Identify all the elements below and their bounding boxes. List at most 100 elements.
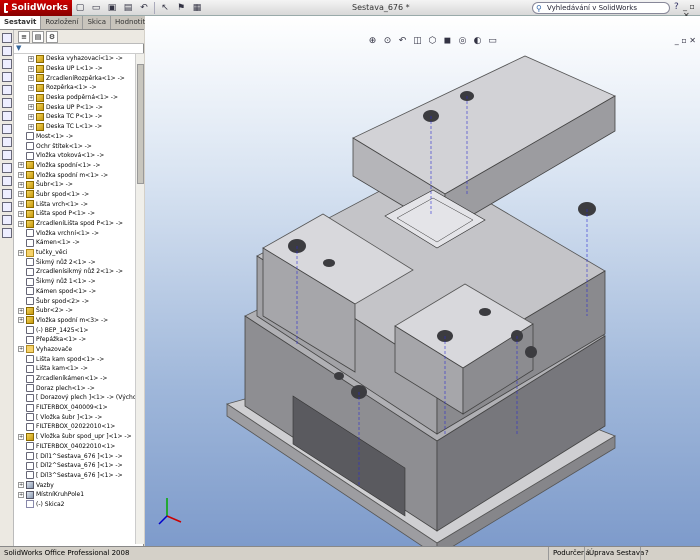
expand-toggle-icon[interactable]: + bbox=[28, 65, 34, 72]
scrollbar-thumb[interactable] bbox=[137, 64, 144, 184]
tree-item[interactable]: Kámen spod<1> -> bbox=[14, 287, 135, 297]
tool-icon[interactable] bbox=[2, 85, 12, 95]
tree-item[interactable]: + Šubr<1> -> bbox=[14, 180, 135, 190]
tree-item[interactable]: Přepážka<1> -> bbox=[14, 335, 135, 345]
tree-item[interactable]: + Vložka spodní<1> -> bbox=[14, 161, 135, 171]
configuration-manager-icon[interactable]: ⚙ bbox=[46, 30, 58, 43]
tree-item[interactable]: + Deska podpěrná<1> -> bbox=[14, 93, 135, 103]
open-file-icon[interactable]: ▭ bbox=[89, 2, 103, 14]
tree-item[interactable]: + Deska TC P<1> -> bbox=[14, 112, 135, 122]
tree-filter[interactable]: ▼ bbox=[14, 44, 144, 54]
tree-item[interactable]: Kámen<1> -> bbox=[14, 238, 135, 248]
expand-toggle-icon[interactable]: + bbox=[18, 491, 24, 498]
expand-toggle-icon[interactable]: + bbox=[18, 346, 24, 353]
expand-toggle-icon[interactable]: + bbox=[18, 172, 24, 179]
tool-icon[interactable] bbox=[2, 33, 12, 43]
tree-item[interactable]: Vložka vrchní<1> -> bbox=[14, 228, 135, 238]
expand-toggle-icon[interactable]: + bbox=[18, 307, 24, 314]
tree-item[interactable]: + Šubr<2> -> bbox=[14, 306, 135, 316]
expand-toggle-icon[interactable]: + bbox=[18, 433, 24, 440]
tree-item[interactable]: + Šubr spod<1> -> bbox=[14, 190, 135, 200]
tool-icon[interactable] bbox=[2, 46, 12, 56]
tab-rozlozeni[interactable]: Rozložení bbox=[41, 16, 84, 29]
feature-tree-icon[interactable]: ≡ bbox=[18, 30, 30, 43]
options-icon[interactable]: ▦ bbox=[190, 2, 204, 14]
tree-item[interactable]: Šikmý nůž 2<1> -> bbox=[14, 257, 135, 267]
tool-icon[interactable] bbox=[2, 72, 12, 82]
expand-toggle-icon[interactable]: + bbox=[28, 104, 34, 111]
solidworks-logo[interactable]: SolidWorks bbox=[0, 0, 72, 16]
expand-toggle-icon[interactable]: + bbox=[18, 249, 24, 256]
expand-toggle-icon[interactable]: + bbox=[28, 113, 34, 120]
tool-icon[interactable] bbox=[2, 189, 12, 199]
tool-icon[interactable] bbox=[2, 202, 12, 212]
tree-item[interactable]: FILTERBOX_040009<1> bbox=[14, 403, 135, 413]
tree-item[interactable]: (-) BEP_1425<1> bbox=[14, 325, 135, 335]
tree-item[interactable]: [ Díl1^Sestava_676 ]<1> -> bbox=[14, 451, 135, 461]
tab-sestavit[interactable]: Sestavit bbox=[0, 16, 42, 29]
tree-item[interactable]: Vložka vtoková<1> -> bbox=[14, 151, 135, 161]
tree-item[interactable]: [ Díl3^Sestava_676 ]<1> -> bbox=[14, 471, 135, 481]
tree-item[interactable]: + ZrcadleníRozpěrka<1> -> bbox=[14, 73, 135, 83]
tool-icon[interactable] bbox=[2, 228, 12, 238]
tree-item[interactable]: + ZrcadleníLišta spod P<1> -> bbox=[14, 219, 135, 229]
tree-item[interactable]: [ Dorazový plech ]<1> -> (Výchozí) bbox=[14, 393, 135, 403]
expand-toggle-icon[interactable]: + bbox=[28, 75, 34, 82]
new-file-icon[interactable]: ▢ bbox=[73, 2, 87, 14]
print-icon[interactable]: ▤ bbox=[121, 2, 135, 14]
tool-icon[interactable] bbox=[2, 163, 12, 173]
expand-toggle-icon[interactable]: + bbox=[18, 181, 24, 188]
search-input[interactable]: ⚲ Vyhledávání v SolidWorks bbox=[532, 2, 670, 14]
tree-item[interactable]: FILTERBOX_04022010<1> bbox=[14, 442, 135, 452]
expand-toggle-icon[interactable]: + bbox=[28, 123, 34, 130]
tool-icon[interactable] bbox=[2, 124, 12, 134]
tree-item[interactable]: [ Díl2^Sestava_676 ]<1> -> bbox=[14, 461, 135, 471]
tree-item[interactable]: + Vložka spodní m<3> -> bbox=[14, 316, 135, 326]
tool-icon[interactable] bbox=[2, 98, 12, 108]
expand-toggle-icon[interactable]: + bbox=[28, 94, 34, 101]
tree-item[interactable]: (-) Skica2 bbox=[14, 500, 135, 510]
help-button[interactable]: ? bbox=[674, 2, 679, 12]
expand-toggle-icon[interactable]: + bbox=[28, 55, 34, 62]
tree-item[interactable]: + Deska vyhazovací<1> -> bbox=[14, 54, 135, 64]
rebuild-icon[interactable]: ⚑ bbox=[174, 2, 188, 14]
tree-item[interactable]: + Lišta vrch<1> -> bbox=[14, 199, 135, 209]
tree-item[interactable]: FILTERBOX_02022010<1> bbox=[14, 422, 135, 432]
tree-item[interactable]: + Deska TC L<1> -> bbox=[14, 122, 135, 132]
expand-toggle-icon[interactable]: + bbox=[18, 162, 24, 169]
expand-toggle-icon[interactable]: + bbox=[18, 191, 24, 198]
tree-item[interactable]: Most<1> -> bbox=[14, 132, 135, 142]
tree-scrollbar[interactable] bbox=[135, 54, 144, 544]
select-icon[interactable]: ↖ bbox=[158, 2, 172, 14]
tree-item[interactable]: Zrcadlenísikmý nůž 2<1> -> bbox=[14, 267, 135, 277]
tree-item[interactable]: Doraz plech<1> -> bbox=[14, 383, 135, 393]
tree-item[interactable]: + Vložka spodní m<1> -> bbox=[14, 170, 135, 180]
tree-item[interactable]: + Rozpěrka<1> -> bbox=[14, 83, 135, 93]
tool-icon[interactable] bbox=[2, 137, 12, 147]
tree-item[interactable]: + tučky_věci bbox=[14, 248, 135, 258]
mold-assembly-model[interactable] bbox=[145, 16, 700, 546]
tree-item[interactable]: + Deska UP P<1> -> bbox=[14, 102, 135, 112]
tree-item[interactable]: Zrcadleníkámen<1> -> bbox=[14, 374, 135, 384]
expand-toggle-icon[interactable]: + bbox=[18, 210, 24, 217]
expand-toggle-icon[interactable]: + bbox=[18, 317, 24, 324]
tree-item[interactable]: Lišta kam<1> -> bbox=[14, 364, 135, 374]
tree-item[interactable]: + Deska UP L<1> -> bbox=[14, 64, 135, 74]
expand-toggle-icon[interactable]: + bbox=[18, 201, 24, 208]
tree-item[interactable]: + MístníKruhPole1 bbox=[14, 490, 135, 500]
expand-toggle-icon[interactable]: + bbox=[18, 220, 24, 227]
tree-item[interactable]: Lišta kam spod<1> -> bbox=[14, 354, 135, 364]
expand-toggle-icon[interactable]: + bbox=[28, 84, 34, 91]
tool-icon[interactable] bbox=[2, 150, 12, 160]
save-icon[interactable]: ▣ bbox=[105, 2, 119, 14]
tree-item[interactable]: + Lišta spod P<1> -> bbox=[14, 209, 135, 219]
status-help-icon[interactable]: ? bbox=[640, 547, 653, 560]
tree-item[interactable]: Šubr spod<2> -> bbox=[14, 296, 135, 306]
tool-icon[interactable] bbox=[2, 111, 12, 121]
graphics-viewport[interactable]: ⊕ ⊙ ↶ ◫ ⬡ ◼ ◎ ◐ ▭ _ ▫ ✕ bbox=[145, 16, 700, 546]
tree-item[interactable]: + [ Vložka šubr spod_upr ]<1> -> bbox=[14, 432, 135, 442]
tree-item[interactable]: + Vyhazovače bbox=[14, 345, 135, 355]
tree-item[interactable]: [ Vložka šubr ]<1> -> bbox=[14, 412, 135, 422]
tree-item[interactable]: + Vazby bbox=[14, 480, 135, 490]
tool-icon[interactable] bbox=[2, 176, 12, 186]
